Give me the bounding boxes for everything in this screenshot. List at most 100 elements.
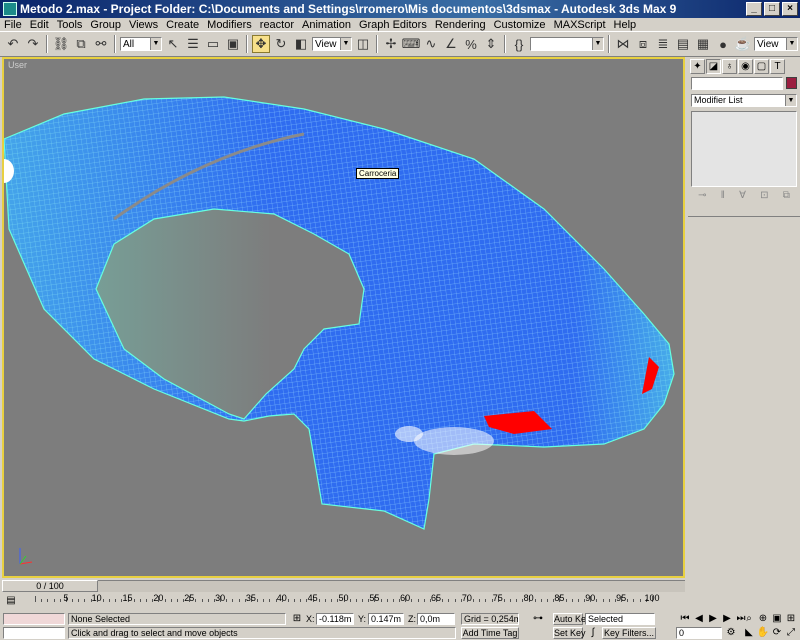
time-slider[interactable]: 0 / 100 [2,580,98,592]
configure-modifier-sets-icon[interactable]: ⧉ [783,190,790,204]
play-icon[interactable]: ▶ [706,613,720,625]
set-key-button[interactable]: Set Key [553,627,586,639]
menu-file[interactable]: File [0,19,26,31]
3dsmax-app-icon[interactable] [3,2,17,16]
undo-icon[interactable]: ↶ [4,35,22,53]
select-and-link-icon[interactable]: ⛓ [52,35,70,53]
angle-snap-icon[interactable]: ∠ [442,35,460,53]
time-configuration-icon[interactable]: ⚙ [724,627,738,639]
close-button[interactable]: × [782,2,798,16]
zoom-extents-icon[interactable]: ▣ [770,613,784,625]
maxscript-mini-listener[interactable] [3,627,65,639]
select-and-manipulate-icon[interactable]: ✢ [382,35,400,53]
menu-rendering[interactable]: Rendering [431,19,490,31]
menu-edit[interactable]: Edit [26,19,53,31]
spinner-snap-icon[interactable]: ⇕ [482,35,500,53]
x-coordinate-field[interactable]: -0.118m [316,613,354,625]
auto-key-button[interactable]: Auto Key [553,613,591,625]
menu-group[interactable]: Group [86,19,125,31]
select-object-icon[interactable]: ↖ [164,35,182,53]
object-name-field[interactable] [691,77,783,90]
utilities-tab-icon[interactable]: T [770,59,785,74]
rectangular-selection-icon[interactable]: ▭ [204,35,222,53]
arc-rotate-icon[interactable]: ⟳ [770,627,784,639]
current-frame-field[interactable]: 0 [676,627,722,639]
align-icon[interactable]: ⧈ [634,35,652,53]
maxscript-listener-field[interactable] [3,613,65,625]
lock-selection-icon[interactable]: ⊞ [290,613,304,625]
display-tab-icon[interactable]: ▢ [754,59,769,74]
hierarchy-tab-icon[interactable]: ♁ [722,59,737,74]
menu-help[interactable]: Help [610,19,641,31]
maximize-button[interactable]: □ [764,2,780,16]
named-selection-dropdown[interactable]: ▼ [530,37,604,51]
menu-animation[interactable]: Animation [298,19,355,31]
track-bar-tick [318,599,320,602]
pin-stack-icon[interactable]: ⊸ [698,190,706,204]
car-body-wireframe[interactable] [4,59,683,576]
track-bar[interactable]: ▤ 5 10 15 20 25 30 35 40 45 50 55 60 65 70 75 80 85 90 95 1… [0,593,690,612]
render-scene-icon[interactable]: ☕ [734,35,752,53]
menu-modifiers[interactable]: Modifiers [203,19,256,31]
selection-filter-dropdown[interactable]: All ▼ [120,37,162,51]
layer-manager-icon[interactable]: ≣ [654,35,672,53]
window-crossing-icon[interactable]: ▣ [224,35,242,53]
bind-space-warp-icon[interactable]: ⚯ [92,35,110,53]
object-color-swatch[interactable] [786,77,797,89]
key-filters-button[interactable]: Key Filters... [602,627,656,639]
schematic-view-icon[interactable]: ▦ [694,35,712,53]
make-unique-icon[interactable]: ∀ [739,190,746,204]
key-icon[interactable]: ⊶ [528,613,548,625]
go-to-start-icon[interactable]: ⏮ [678,613,692,625]
field-of-view-icon[interactable]: ◣ [742,627,756,639]
default-in-out-tangents-icon[interactable]: ∫ [586,627,600,639]
time-slider-track[interactable] [98,580,685,592]
menu-customize[interactable]: Customize [490,19,550,31]
track-bar-tick [411,599,413,602]
reference-coordinate-dropdown[interactable]: View ▼ [312,37,352,51]
zoom-extents-all-icon[interactable]: ⊞ [784,613,798,625]
zoom-all-icon[interactable]: ⊕ [756,613,770,625]
previous-frame-icon[interactable]: ◀ [692,613,706,625]
pan-view-icon[interactable]: ✋ [756,627,770,639]
render-view-dropdown[interactable]: View ▼ [754,37,798,51]
pivot-center-icon[interactable]: ◫ [354,35,372,53]
zoom-icon[interactable]: ⌕ [742,613,756,625]
modifier-stack[interactable] [691,111,797,187]
next-frame-icon[interactable]: ▶ [720,613,734,625]
modify-tab-icon[interactable]: ◪ [706,59,721,74]
menu-reactor[interactable]: reactor [256,19,298,31]
edit-named-selection-icon[interactable]: {} [510,35,528,53]
select-and-move-icon[interactable]: ✥ [252,35,270,53]
keyboard-shortcut-override-icon[interactable]: ⌨ [402,35,421,53]
curve-editor-icon[interactable]: ▤ [674,35,692,53]
snaps-toggle-icon[interactable]: ∿ [422,35,440,53]
menu-create[interactable]: Create [162,19,203,31]
menu-graph-editors[interactable]: Graph Editors [355,19,431,31]
menu-maxscript[interactable]: MAXScript [550,19,610,31]
maximize-viewport-icon[interactable]: ⤢ [784,627,798,639]
minimize-button[interactable]: _ [746,2,762,16]
mirror-icon[interactable]: ⋈ [614,35,632,53]
material-editor-icon[interactable]: ● [714,35,732,53]
mini-curve-editor-icon[interactable]: ▤ [4,595,18,607]
percent-snap-icon[interactable]: % [462,35,480,53]
viewport-label[interactable]: User [8,60,27,70]
show-end-result-icon[interactable]: ‖ [721,190,725,204]
select-by-name-icon[interactable]: ☰ [184,35,202,53]
user-viewport[interactable]: User Carroceria [2,57,685,578]
select-and-scale-icon[interactable]: ◧ [292,35,310,53]
modifier-list-dropdown[interactable]: Modifier List ▼ [691,94,797,107]
menu-tools[interactable]: Tools [53,19,87,31]
remove-modifier-icon[interactable]: ⊡ [760,190,768,204]
key-mode-dropdown[interactable]: Selected [585,613,655,625]
create-tab-icon[interactable]: ✦ [690,59,705,74]
select-and-rotate-icon[interactable]: ↻ [272,35,290,53]
z-coordinate-field[interactable]: 0,0m [417,613,455,625]
add-time-tag-button[interactable]: Add Time Tag [461,627,519,639]
motion-tab-icon[interactable]: ◉ [738,59,753,74]
unlink-icon[interactable]: ⧉ [72,35,90,53]
y-coordinate-field[interactable]: 0.147m [368,613,404,625]
menu-views[interactable]: Views [125,19,162,31]
redo-icon[interactable]: ↷ [24,35,42,53]
